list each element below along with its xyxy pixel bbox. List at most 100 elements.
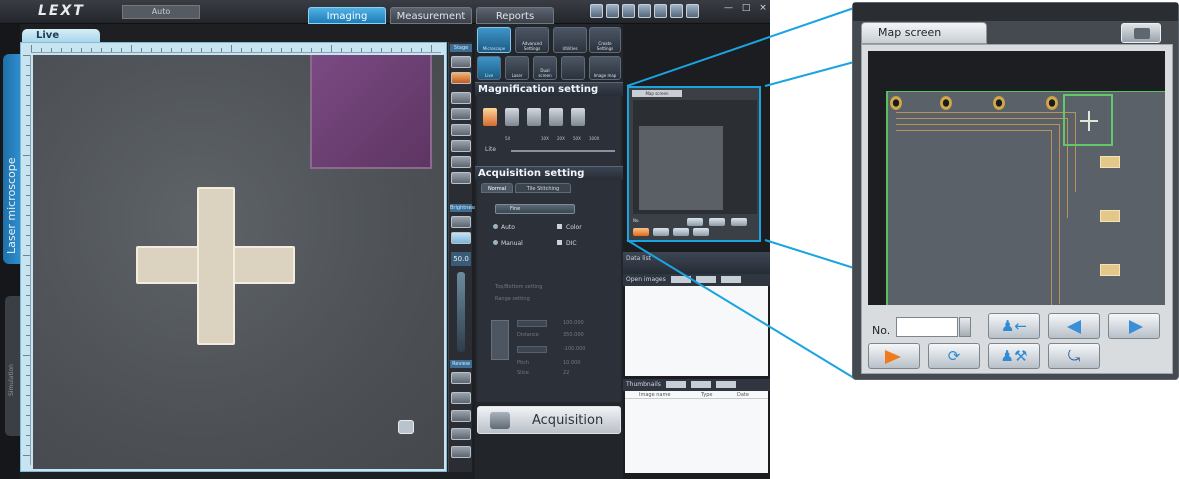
help-icon[interactable]: [670, 4, 683, 18]
map-camera-button[interactable]: [1121, 23, 1161, 43]
tab-microscope[interactable]: Microscope: [477, 27, 511, 53]
tab-normal[interactable]: Normal: [481, 183, 513, 193]
tab-imaging[interactable]: Imaging: [308, 7, 386, 24]
zoom-slider-row[interactable]: Lite: [485, 146, 617, 156]
analyze-button[interactable]: [670, 276, 691, 283]
zoom-slider[interactable]: [511, 150, 615, 152]
no-stepper[interactable]: [959, 317, 971, 337]
tool-button[interactable]: [451, 372, 471, 384]
analyze-button[interactable]: [665, 381, 686, 388]
tool-button-active[interactable]: [451, 72, 471, 84]
live-image[interactable]: [33, 55, 444, 469]
tool-button[interactable]: [451, 446, 471, 458]
crosshair-icon: ⤿: [1067, 347, 1081, 365]
tab-simulation[interactable]: Simulation: [5, 296, 20, 436]
slice-label: Slice: [517, 370, 529, 376]
window-controls[interactable]: — □ ×: [724, 3, 770, 13]
wrench-icon[interactable]: [686, 4, 699, 18]
tab-tile-stitching[interactable]: Tile Stitching: [515, 183, 571, 193]
ruler-tick: [26, 285, 30, 286]
subtab-dual-screen[interactable]: Dual screen: [533, 56, 557, 80]
subtab-image-map[interactable]: Image map: [589, 56, 621, 80]
tool-button[interactable]: [451, 156, 471, 168]
col-type[interactable]: Type: [701, 392, 712, 398]
objective-100x-button[interactable]: [571, 108, 585, 126]
auto-tab[interactable]: Auto: [122, 5, 200, 19]
camera-icon[interactable]: [398, 420, 414, 434]
next-button[interactable]: [1108, 313, 1160, 339]
radio-manual[interactable]: Manual: [493, 240, 523, 247]
tab-utilities[interactable]: Utilities: [553, 27, 587, 53]
range-option[interactable]: Range setting: [495, 296, 530, 302]
tool-button[interactable]: [451, 216, 471, 228]
position-settings-button[interactable]: ♟⚒: [988, 343, 1040, 369]
coordinate-button[interactable]: ⤿: [1048, 343, 1100, 369]
report-button[interactable]: [695, 276, 716, 283]
report-button[interactable]: [690, 381, 711, 388]
ruler-tick: [26, 265, 30, 266]
acquisition-mode-select[interactable]: Fine: [495, 204, 575, 214]
image-icon[interactable]: [606, 4, 619, 18]
subtab-blank[interactable]: [561, 56, 585, 80]
subtab-laser[interactable]: Laser: [505, 56, 529, 80]
mini-map-button[interactable]: [731, 218, 747, 226]
brightness-slider[interactable]: [457, 272, 465, 352]
lower-limit-field[interactable]: [517, 346, 547, 353]
close-button[interactable]: [720, 276, 741, 283]
map-selection-box[interactable]: [1063, 94, 1113, 146]
layers-icon[interactable]: [622, 4, 635, 18]
delete-button[interactable]: [715, 381, 736, 388]
no-input[interactable]: [896, 317, 958, 337]
radio-auto[interactable]: Auto: [493, 224, 515, 231]
objective-10x-button[interactable]: [505, 108, 519, 126]
play-button[interactable]: [868, 343, 920, 369]
mini-map-image[interactable]: [633, 100, 757, 214]
col-date[interactable]: Date: [737, 392, 749, 398]
refresh-button[interactable]: ⟳: [928, 343, 980, 369]
tab-advanced-settings[interactable]: Advanced Settings: [515, 27, 549, 53]
tool-button[interactable]: [451, 108, 471, 120]
checkbox-color[interactable]: Color: [557, 224, 582, 231]
live-tab[interactable]: Live: [22, 29, 100, 43]
mini-map-button[interactable]: [709, 218, 725, 226]
mini-map-button[interactable]: [653, 228, 669, 236]
previous-button[interactable]: [1048, 313, 1100, 339]
mini-map-button[interactable]: [673, 228, 689, 236]
col-image-name[interactable]: Image name: [639, 392, 670, 398]
map-screen-tab[interactable]: Map screen: [861, 22, 987, 44]
mini-map-button[interactable]: [633, 228, 649, 236]
tool-button[interactable]: [451, 410, 471, 422]
tab-create-settings[interactable]: Create Settings: [589, 27, 621, 53]
tool-button[interactable]: [451, 92, 471, 104]
tool-button[interactable]: [451, 124, 471, 136]
subtab-live[interactable]: Live: [477, 56, 501, 80]
map-image[interactable]: [868, 51, 1165, 305]
tool-button[interactable]: [451, 392, 471, 404]
tab-reports[interactable]: Reports: [476, 7, 554, 24]
objective-5x-button[interactable]: [483, 108, 497, 126]
acquisition-button[interactable]: Acquisition: [477, 406, 621, 434]
mini-map-button[interactable]: [687, 218, 703, 226]
objective-20x-button[interactable]: [527, 108, 541, 126]
tool-button[interactable]: [451, 56, 471, 68]
mini-map-button[interactable]: [693, 228, 709, 236]
open-images-list[interactable]: [625, 286, 768, 376]
checkbox-dic[interactable]: DIC: [557, 240, 577, 247]
left-vertical-tabs: Laser microscope Simulation: [0, 24, 20, 479]
upper-limit-field[interactable]: [517, 320, 547, 327]
tools-icon[interactable]: [654, 4, 667, 18]
register-position-button[interactable]: ♟←: [988, 313, 1040, 339]
mini-map-screen[interactable]: Map screen No.: [627, 86, 761, 242]
top-bottom-option[interactable]: Top/Bottom setting: [495, 284, 542, 290]
thumbnail-table[interactable]: Image name Type Date: [625, 391, 768, 473]
objective-50x-button[interactable]: [549, 108, 563, 126]
tool-button[interactable]: [451, 140, 471, 152]
tab-laser-microscope[interactable]: Laser microscope: [3, 54, 20, 264]
tool-button[interactable]: [451, 232, 471, 244]
grid-icon[interactable]: [590, 4, 603, 18]
tool-button[interactable]: [451, 428, 471, 440]
tool-button[interactable]: [451, 172, 471, 184]
ruler-tick: [26, 405, 30, 406]
tab-measurement[interactable]: Measurement: [390, 7, 472, 24]
flag-icon[interactable]: [638, 4, 651, 18]
